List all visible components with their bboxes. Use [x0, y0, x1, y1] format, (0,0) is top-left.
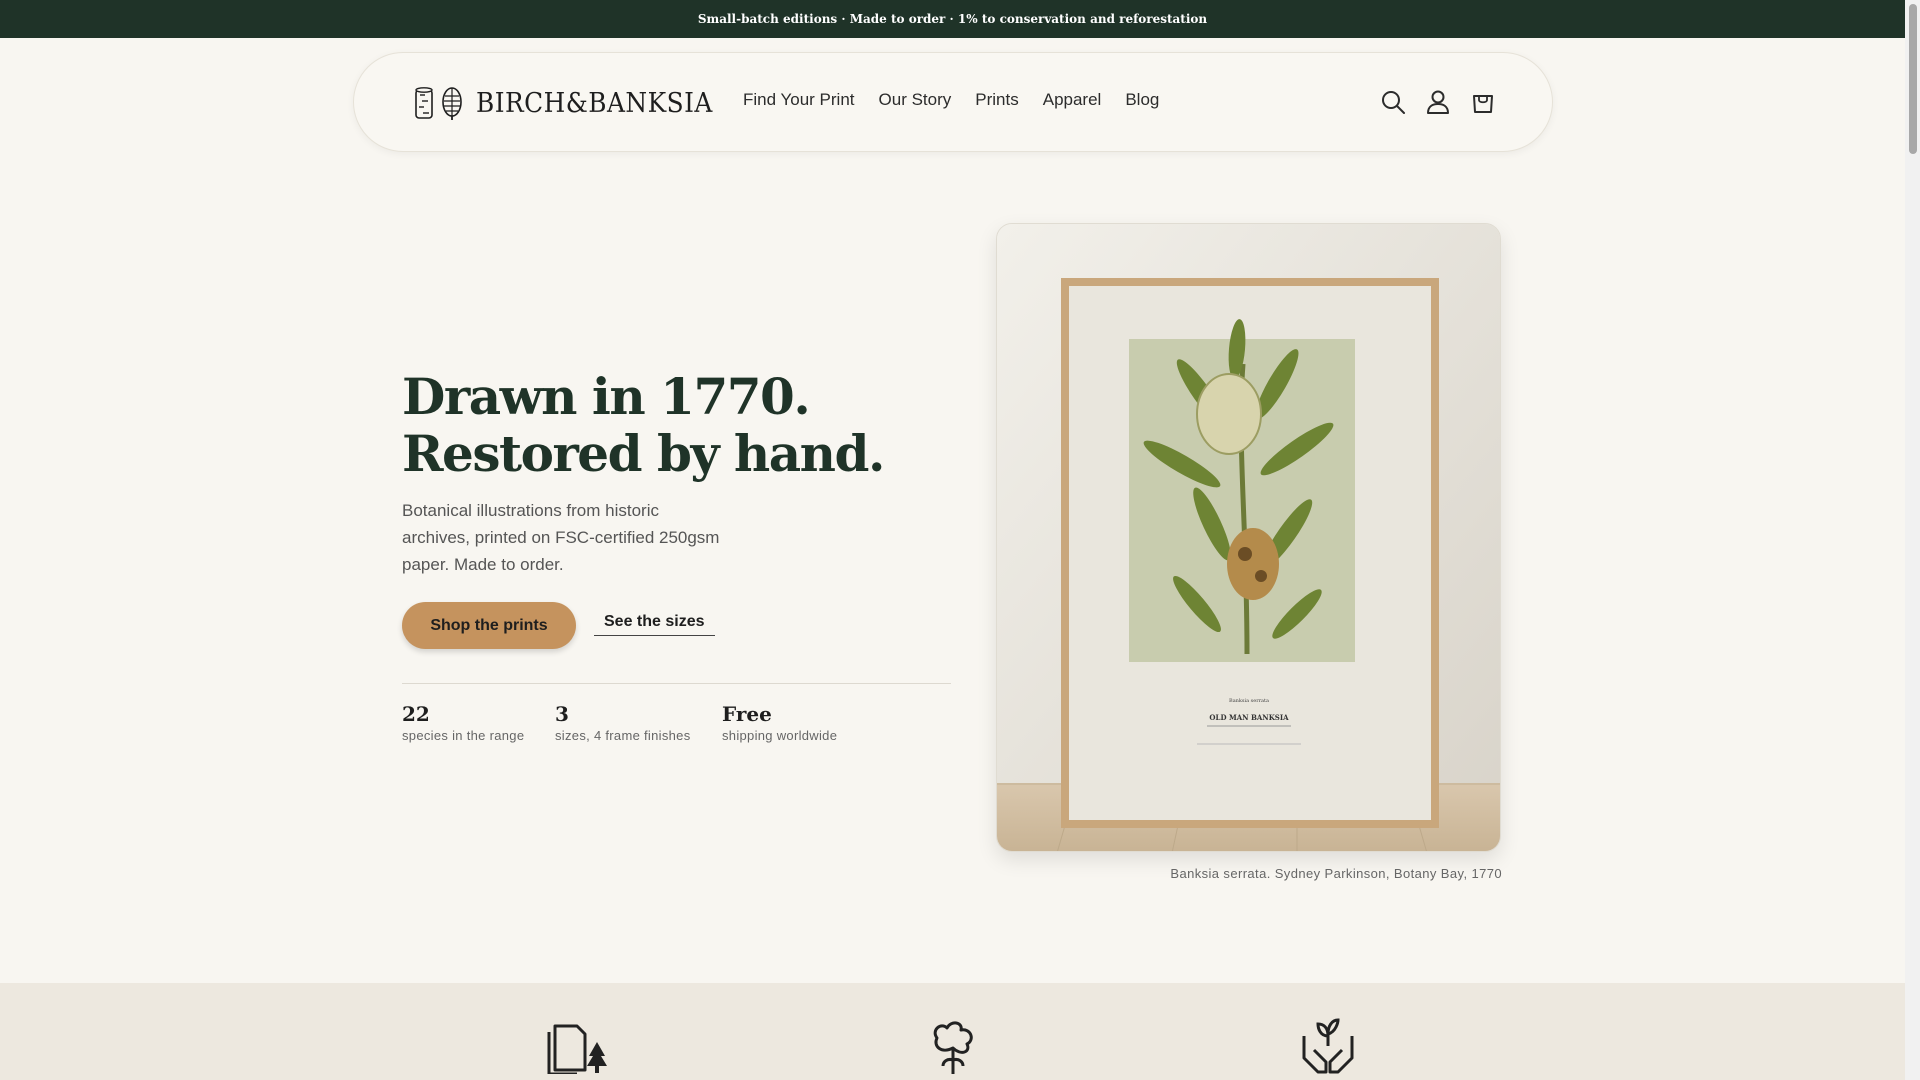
stat-species: 22 species in the range: [402, 702, 524, 743]
print-species: Banksia serrata: [1229, 698, 1269, 704]
stat-sizes: 3 sizes, 4 frame finishes: [555, 702, 691, 743]
stat-label: shipping worldwide: [722, 728, 838, 743]
print-name: OLD MAN BANKSIA: [1209, 713, 1289, 722]
announcement-bar: Small-batch editions · Made to order · 1…: [0, 0, 1905, 38]
stat-label: sizes, 4 frame finishes: [555, 728, 691, 743]
stats-divider: [402, 683, 951, 684]
site-header: BIRCH&BANKSIA Find Your Print Our Story …: [353, 52, 1553, 152]
nav-find-your-print[interactable]: Find Your Print: [743, 90, 855, 110]
account-icon[interactable]: [1425, 89, 1451, 115]
hero-print-image: Banksia serrata OLD MAN BANKSIA: [996, 223, 1501, 852]
header-icons: [1380, 89, 1496, 115]
paper-tree-icon: [547, 1024, 607, 1074]
hero-title-line-1: Drawn in 1770.: [402, 367, 811, 426]
logo-icon: [415, 87, 462, 120]
hero-description: Botanical illustrations from historic ar…: [402, 501, 720, 574]
hero-title: Drawn in 1770. Restored by hand.: [402, 367, 885, 483]
logo-text: BIRCH&BANKSIA: [476, 87, 713, 119]
cotton-plant-icon: [933, 1021, 973, 1074]
search-icon[interactable]: [1380, 89, 1406, 115]
shop-prints-button[interactable]: Shop the prints: [402, 602, 576, 649]
stat-shipping: Free shipping worldwide: [722, 702, 837, 743]
scrollbar-thumb[interactable]: [1909, 4, 1917, 154]
nav-our-story[interactable]: Our Story: [879, 90, 952, 110]
stat-value: 3: [555, 702, 569, 726]
cart-icon[interactable]: [1470, 89, 1496, 115]
announcement-text: Small-batch editions · Made to order · 1…: [697, 12, 1208, 26]
hero-title-line-2: Restored by hand.: [402, 424, 885, 483]
logo[interactable]: BIRCH&BANKSIA: [414, 85, 733, 121]
nav-apparel[interactable]: Apparel: [1043, 90, 1102, 110]
stat-value: 22: [402, 702, 430, 726]
nav-blog[interactable]: Blog: [1125, 90, 1159, 110]
see-sizes-link[interactable]: See the sizes: [594, 613, 715, 636]
stat-label: species in the range: [402, 728, 525, 743]
stat-value: Free: [722, 702, 772, 726]
scrollbar[interactable]: [1905, 0, 1920, 1080]
nav-prints[interactable]: Prints: [975, 90, 1018, 110]
image-caption: Banksia serrata. Sydney Parkinson, Botan…: [1170, 866, 1502, 881]
hands-sprout-icon: [1302, 1018, 1354, 1074]
framed-print-illustration: Banksia serrata OLD MAN BANKSIA: [997, 224, 1500, 851]
main-nav: Find Your Print Our Story Prints Apparel…: [743, 90, 1183, 110]
